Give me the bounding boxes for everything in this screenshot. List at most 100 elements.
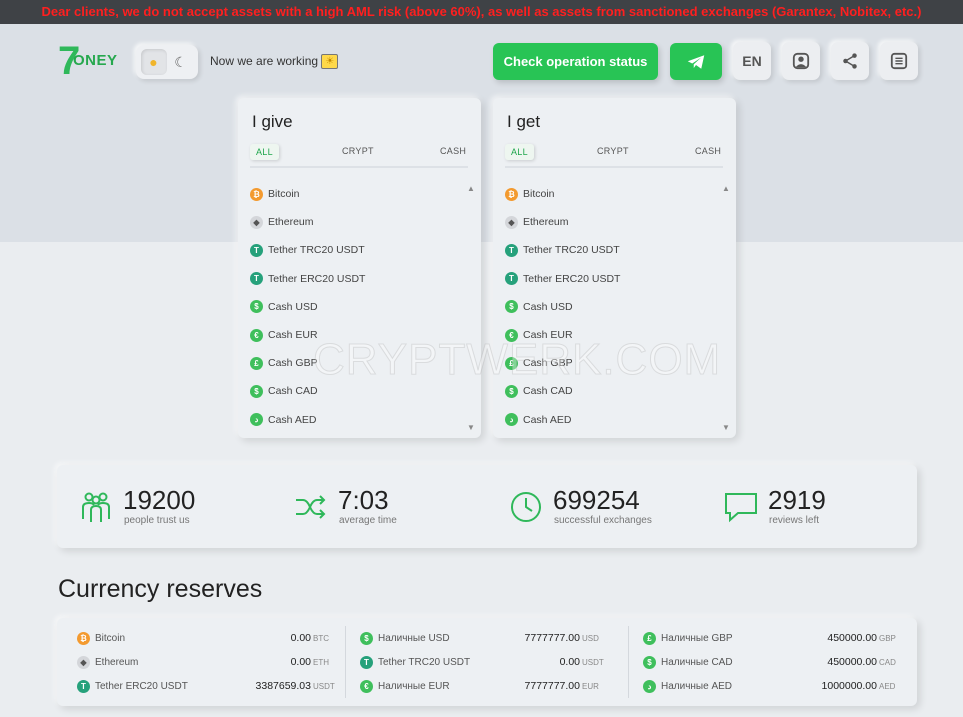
ethereum-icon: ◆	[77, 655, 90, 669]
stat-value: 7:03	[338, 485, 389, 515]
scroll-down-icon[interactable]: ▼	[467, 423, 475, 432]
give-tab-cash[interactable]: CASH	[440, 146, 466, 156]
list-item[interactable]: $ Cash USD	[505, 293, 715, 321]
tether-icon: T	[505, 272, 518, 286]
list-item[interactable]: ◆ Ethereum	[505, 208, 715, 236]
reserve-row: ₿ Bitcoin 0.00 BTC	[77, 626, 335, 650]
give-currency-list: ₿ Bitcoin ◆ Ethereum T Tether TRC20 USDT TT…	[250, 180, 460, 434]
chat-bubble-icon	[725, 493, 757, 523]
list-item[interactable]: $ Cash USD	[250, 293, 460, 321]
give-tabs: ALL CRYPT CASH	[250, 144, 468, 168]
list-item[interactable]: ₿ Bitcoin	[250, 180, 460, 208]
shuffle-icon	[296, 495, 326, 519]
cash-icon: €	[250, 328, 263, 342]
reserve-row: € Наличные EUR 7777777.00 EUR	[360, 674, 604, 698]
tether-icon: T	[360, 655, 373, 669]
cash-icon: £	[643, 631, 656, 645]
give-panel: I give ALL CRYPT CASH ₿ Bitcoin ◆ Ethereum…	[238, 98, 481, 438]
clock-icon	[511, 492, 541, 522]
cash-icon: €	[360, 679, 373, 693]
stat-label: people trust us	[124, 515, 190, 526]
list-item[interactable]: ₿ Bitcoin	[505, 180, 715, 208]
cash-icon: $	[643, 655, 656, 669]
cash-icon: د	[643, 679, 656, 693]
cash-icon: £	[250, 356, 263, 370]
list-item[interactable]: د Cash AED	[250, 406, 460, 434]
stats-panel: 19200 people trust us 7:03 average time …	[57, 465, 917, 548]
reserve-row: ◆ Ethereum 0.00 ETH	[77, 650, 335, 674]
stat-label: successful exchanges	[554, 515, 652, 526]
language-button[interactable]: EN	[733, 42, 771, 80]
working-text: Now we are working	[210, 54, 319, 68]
ethereum-icon: ◆	[505, 215, 518, 229]
scroll-up-icon[interactable]: ▲	[467, 184, 475, 193]
telegram-icon	[687, 54, 705, 69]
sunrise-icon: ☀	[321, 54, 339, 70]
get-title: I get	[507, 112, 541, 131]
list-icon	[890, 52, 908, 70]
working-status: Now we are working ☀	[210, 54, 339, 70]
scroll-down-icon[interactable]: ▼	[722, 423, 730, 432]
get-panel: I get ALL CRYPT CASH ₿ Bitcoin ◆ Ethereum …	[493, 98, 736, 438]
account-button[interactable]	[782, 42, 820, 80]
cash-icon: $	[250, 300, 263, 314]
theme-toggle[interactable]: ● ☾	[136, 45, 198, 79]
logo-text: ONEY	[73, 52, 118, 69]
reserves-panel: ₿ Bitcoin 0.00 BTC ◆ Ethereum 0.00 ETH T Teth…	[57, 618, 917, 706]
cash-icon: $	[360, 631, 373, 645]
get-tab-crypt[interactable]: CRYPT	[597, 146, 629, 156]
give-title: I give	[252, 112, 293, 131]
reserves-column: $ Наличные USD 7777777.00 USD T Tether TRC2…	[345, 626, 604, 698]
get-tab-all[interactable]: ALL	[505, 144, 534, 160]
get-tab-cash[interactable]: CASH	[695, 146, 721, 156]
list-item[interactable]: د Cash AED	[505, 406, 715, 434]
get-currency-list: ₿ Bitcoin ◆ Ethereum T Tether TRC20 USDT TT…	[505, 180, 715, 434]
reserve-row: £ Наличные GBP 450000.00 GBP	[643, 626, 901, 650]
give-tab-all[interactable]: ALL	[250, 144, 279, 160]
stat-value: 699254	[553, 485, 640, 515]
get-tabs: ALL CRYPT CASH	[505, 144, 723, 168]
reserve-row: $ Наличные USD 7777777.00 USD	[360, 626, 604, 650]
list-item[interactable]: ◆ Ethereum	[250, 208, 460, 236]
reserves-title: Currency reserves	[58, 575, 263, 603]
scroll-up-icon[interactable]: ▲	[722, 184, 730, 193]
get-scrollbar[interactable]: ▲ ▼	[722, 184, 730, 432]
ethereum-icon: ◆	[250, 215, 263, 229]
bitcoin-icon: ₿	[77, 631, 90, 645]
share-button[interactable]	[831, 42, 869, 80]
stat-label: average time	[339, 515, 397, 526]
list-item[interactable]: T Tether TRC20 USDT	[505, 236, 715, 264]
sun-icon[interactable]: ●	[140, 49, 167, 75]
reserve-row: T Tether TRC20 USDT 0.00 USDT	[360, 650, 604, 674]
bitcoin-icon: ₿	[505, 187, 518, 201]
list-item[interactable]: T Tether TRC20 USDT	[250, 236, 460, 264]
tether-icon: T	[250, 243, 263, 257]
stat-value: 2919	[768, 485, 826, 515]
reserve-row: د Наличные AED 1000000.00 AED	[643, 674, 901, 698]
share-icon	[843, 53, 857, 69]
people-icon	[82, 492, 110, 522]
cash-icon: $	[505, 300, 518, 314]
moon-icon[interactable]: ☾	[168, 49, 194, 75]
reserve-row: $ Наличные CAD 450000.00 CAD	[643, 650, 901, 674]
reserves-column: £ Наличные GBP 450000.00 GBP $ Наличные CAD…	[628, 626, 896, 698]
give-tab-crypt[interactable]: CRYPT	[342, 146, 374, 156]
tether-icon: T	[77, 679, 90, 693]
cash-icon: $	[250, 384, 263, 398]
user-icon	[792, 52, 810, 70]
bitcoin-icon: ₿	[250, 187, 263, 201]
check-operation-status-button[interactable]: Check operation status	[493, 43, 658, 80]
tether-icon: T	[505, 243, 518, 257]
aml-warning-banner: Dear clients, we do not accept assets wi…	[0, 0, 963, 24]
watermark: CRYPTWERK.COM	[312, 335, 722, 385]
telegram-button[interactable]	[670, 43, 722, 80]
give-scrollbar[interactable]: ▲ ▼	[467, 184, 475, 432]
cash-icon: $	[505, 384, 518, 398]
list-item[interactable]: T Tether ERC20 USDT	[250, 265, 460, 293]
list-item[interactable]: T Tether ERC20 USDT	[505, 265, 715, 293]
reserves-column: ₿ Bitcoin 0.00 BTC ◆ Ethereum 0.00 ETH T Teth…	[77, 626, 335, 698]
menu-button[interactable]	[880, 42, 918, 80]
site-logo[interactable]: 7 ONEY	[58, 41, 128, 81]
cash-icon: د	[250, 413, 263, 427]
reserve-row: T Tether ERC20 USDT 3387659.03 USDT	[77, 674, 335, 698]
